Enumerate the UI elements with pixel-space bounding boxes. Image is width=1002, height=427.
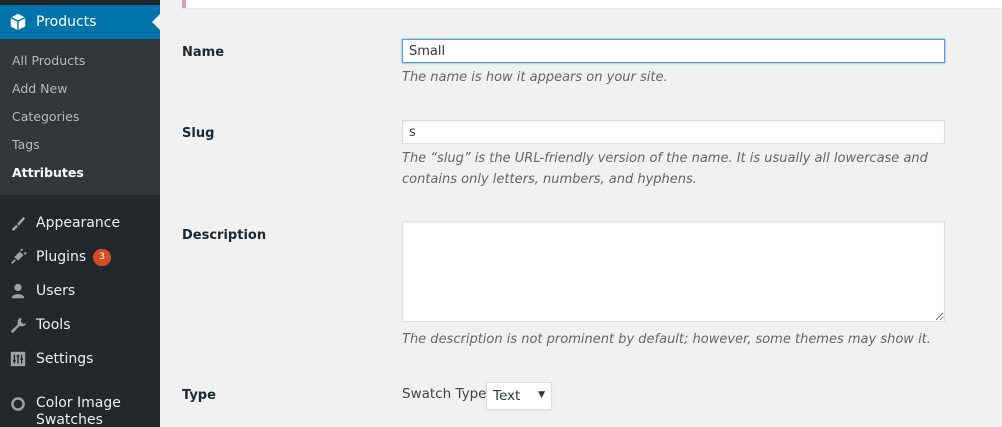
users-icon [0, 282, 36, 300]
slug-input[interactable] [402, 120, 945, 144]
update-count-badge: 3 [93, 248, 112, 266]
slug-field-label: Slug [182, 126, 215, 141]
slug-description: The “slug” is the URL-friendly version o… [402, 151, 928, 187]
menu-item-label: Products [36, 14, 97, 30]
menu-item-label: Tools [36, 317, 71, 333]
description-textarea[interactable] [402, 221, 945, 322]
swatch-type-selected-value: Text [493, 388, 521, 404]
menu-item-plugins[interactable]: Plugins 3 [0, 240, 160, 274]
menu-item-color-image-swatches[interactable]: Color Image Swatches [0, 395, 160, 427]
products-submenu: All Products Add New Categories Tags Att… [0, 39, 160, 195]
menu-item-settings[interactable]: Settings [0, 342, 160, 376]
wrench-icon [0, 316, 36, 334]
paintbrush-icon [0, 214, 36, 232]
description-field-label: Description [182, 228, 267, 243]
name-description: The name is how it appears on your site. [402, 70, 668, 85]
submenu-item-all-products[interactable]: All Products [0, 50, 160, 78]
submenu-item-categories[interactable]: Categories [0, 106, 160, 134]
admin-sidebar: Products All Products Add New Categories… [0, 0, 160, 427]
submenu-item-attributes[interactable]: Attributes [0, 162, 160, 190]
name-input[interactable] [402, 39, 945, 63]
menu-item-label: Settings [36, 351, 94, 367]
type-field-label: Type [182, 388, 216, 403]
description-help-text: The description is not prominent by defa… [402, 332, 931, 347]
main-content: Name The name is how it appears on your … [160, 0, 1002, 427]
products-icon [0, 13, 36, 31]
menu-item-products[interactable]: Products [0, 5, 160, 39]
submenu-item-add-new[interactable]: Add New [0, 78, 160, 106]
plug-icon [0, 248, 36, 266]
menu-item-label: Plugins [36, 249, 87, 265]
menu-item-label: Color Image Swatches [36, 395, 121, 427]
name-field-label: Name [182, 45, 225, 60]
menu-item-label: Users [36, 283, 76, 299]
swatch-type-select[interactable]: Text ▼ [486, 382, 552, 410]
menu-item-tools[interactable]: Tools [0, 308, 160, 342]
color-swatches-icon [0, 395, 36, 412]
menu-item-users[interactable]: Users [0, 274, 160, 308]
notice-box [182, 0, 1002, 8]
submenu-item-tags[interactable]: Tags [0, 134, 160, 162]
menu-item-appearance[interactable]: Appearance [0, 206, 160, 240]
menu-item-label: Appearance [36, 215, 121, 231]
swatch-type-label: Swatch Type [402, 386, 487, 402]
dropdown-arrow-icon: ▼ [538, 390, 545, 400]
settings-sliders-icon [0, 350, 36, 368]
